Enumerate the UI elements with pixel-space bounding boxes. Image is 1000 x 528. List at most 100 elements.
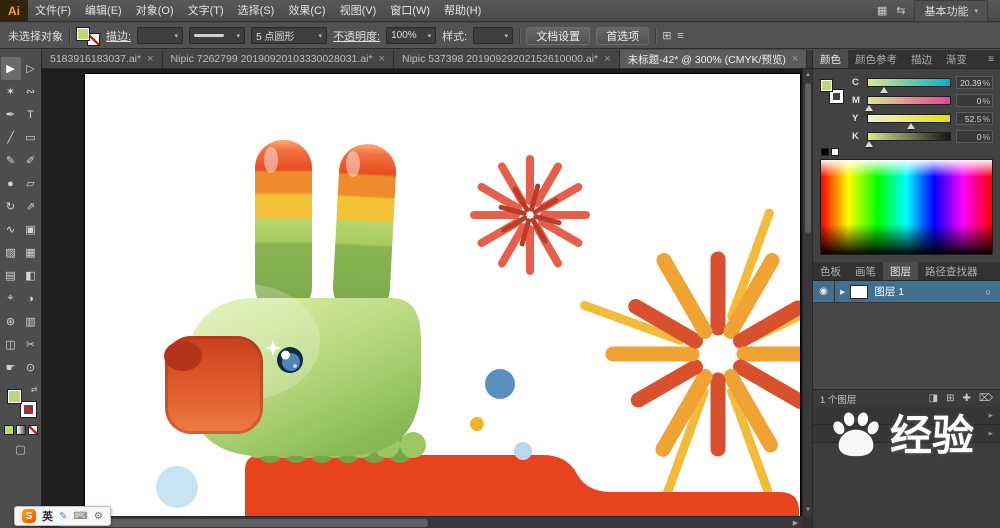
preferences-button[interactable]: 首选项	[596, 26, 650, 45]
dot-light-blue-small[interactable]	[514, 442, 532, 460]
opacity-link[interactable]: 不透明度:	[333, 28, 380, 44]
layer-target-icon[interactable]: ○	[986, 287, 991, 297]
tool-column-graph[interactable]: ▥	[21, 310, 41, 333]
tool-perspective-grid[interactable]: ▦	[21, 241, 41, 264]
tab-color[interactable]: 颜色	[813, 50, 848, 68]
layer-name[interactable]: 图层 1	[874, 284, 904, 299]
menu-type[interactable]: 文字(T)	[181, 0, 231, 22]
document-tab[interactable]: Nipic 7262799 20190920103330028031.ai* ×	[162, 50, 394, 68]
tool-gradient[interactable]: ◧	[21, 264, 41, 287]
visibility-eye-icon[interactable]: ◉	[813, 281, 835, 302]
close-icon[interactable]: ×	[379, 53, 385, 65]
tool-mesh[interactable]: ▤	[1, 264, 21, 287]
stroke-weight-dropdown[interactable]: ▾	[137, 27, 184, 44]
color-spectrum[interactable]	[820, 159, 993, 255]
llama-muzzle[interactable]	[164, 336, 263, 434]
brush-dropdown[interactable]: 5 点圆形 ▾	[251, 27, 328, 44]
none-button[interactable]	[27, 425, 38, 435]
align-options-icon[interactable]: ⊞	[662, 29, 671, 42]
document-tab[interactable]: Nipic 537398 20190929202152610000.ai* ×	[394, 50, 620, 68]
firework-small[interactable]	[470, 155, 590, 275]
tool-blob-brush[interactable]: ●	[1, 172, 21, 195]
document-setup-button[interactable]: 文档设置	[526, 26, 591, 45]
settings-gear-icon[interactable]: ⚙	[94, 511, 103, 522]
stroke-swatch[interactable]	[19, 401, 37, 418]
tool-blend[interactable]: ◑	[21, 287, 41, 310]
fill-swatch[interactable]	[76, 26, 90, 41]
dot-light-blue-large[interactable]	[156, 466, 198, 508]
ime-toolbar[interactable]: S 英 ✎ ⌨ ⚙	[14, 506, 111, 526]
tab-layers[interactable]: 图层	[883, 262, 918, 280]
yellow-slider[interactable]	[867, 114, 951, 129]
white-swatch[interactable]	[831, 148, 839, 156]
new-layer-icon[interactable]: ✚	[962, 393, 970, 404]
ime-language-toggle[interactable]: 英	[42, 508, 53, 524]
tool-line-segment[interactable]: ╱	[1, 126, 21, 149]
black-swatch[interactable]	[821, 148, 829, 156]
menu-edit[interactable]: 编辑(E)	[78, 0, 129, 22]
yellow-value-field[interactable]: 52.5 %	[956, 112, 993, 125]
tool-pen[interactable]: ✒	[1, 103, 21, 126]
artwork-canvas[interactable]	[85, 74, 800, 516]
fill-stroke-proxy[interactable]: ⇄	[6, 385, 38, 418]
slider-thumb[interactable]	[880, 87, 889, 93]
cyan-value-field[interactable]: 20.39 %	[956, 76, 993, 89]
tool-rectangle[interactable]: ▭	[21, 126, 41, 149]
style-dropdown[interactable]: ▾	[473, 27, 514, 44]
gradient-button[interactable]	[15, 425, 26, 435]
document-tab[interactable]: 5183916183037.ai* ×	[42, 50, 163, 68]
tool-hand[interactable]: ☛	[1, 356, 21, 379]
delete-layer-icon[interactable]: ⌦	[979, 393, 993, 404]
close-icon[interactable]: ×	[147, 53, 153, 65]
tool-shape-builder[interactable]: ▨	[1, 241, 21, 264]
tool-artboard[interactable]: ◫	[1, 333, 21, 356]
cyan-slider[interactable]	[867, 78, 951, 93]
tool-type[interactable]: T	[21, 103, 41, 126]
close-icon[interactable]: ×	[604, 53, 610, 65]
menu-view[interactable]: 视图(V)	[333, 0, 384, 22]
slider-thumb[interactable]	[906, 123, 915, 129]
tool-magic-wand[interactable]: ✶	[1, 80, 21, 103]
make-mask-icon[interactable]: ◨	[929, 393, 938, 404]
vertical-scrollbar[interactable]: ▲ ▼	[802, 69, 812, 516]
expand-chevron-icon[interactable]: ▶	[840, 288, 845, 296]
pen-icon[interactable]: ✎	[59, 511, 67, 522]
llama-body[interactable]	[245, 455, 799, 516]
tool-eyedropper[interactable]: ⌖	[1, 287, 21, 310]
menu-window[interactable]: 窗口(W)	[383, 0, 437, 22]
artboard[interactable]	[85, 74, 800, 516]
tool-scale[interactable]: ⇗	[21, 195, 41, 218]
fill-stroke-proxy[interactable]	[76, 26, 100, 46]
opacity-dropdown[interactable]: 100% ▾	[386, 27, 437, 44]
horizontal-scrollbar[interactable]: ◀ ▶	[42, 516, 802, 528]
tab-stroke[interactable]: 描边	[904, 50, 939, 68]
tool-eraser[interactable]: ▱	[21, 172, 41, 195]
workspace-switcher[interactable]: 基本功能 ▾	[914, 0, 988, 22]
horizontal-scroll-thumb[interactable]	[58, 519, 428, 527]
dot-blue[interactable]	[485, 369, 515, 399]
color-button[interactable]	[3, 425, 14, 435]
menu-help[interactable]: 帮助(H)	[437, 0, 488, 22]
tool-selection[interactable]: ▶	[0, 57, 21, 80]
slider-thumb[interactable]	[864, 141, 873, 147]
menu-select[interactable]: 选择(S)	[231, 0, 282, 22]
width-profile-dropdown[interactable]: ▾	[189, 27, 246, 44]
magenta-value-field[interactable]: 0 %	[956, 94, 993, 107]
collapsed-panel-row[interactable]: ▸	[813, 407, 1000, 425]
black-slider[interactable]	[864, 132, 951, 147]
tool-zoom[interactable]: ⊙	[21, 356, 41, 379]
tool-free-transform[interactable]: ▣	[21, 218, 41, 241]
layer-row[interactable]: ◉ ▶ 图层 1 ○	[813, 281, 1000, 303]
collapsed-panel-row[interactable]: ▸	[813, 425, 1000, 443]
black-value-field[interactable]: 0 %	[956, 130, 993, 143]
firework-large[interactable]	[580, 208, 800, 502]
keyboard-icon[interactable]: ⌨	[73, 511, 87, 522]
dot-yellow[interactable]	[470, 417, 484, 431]
panel-menu-icon[interactable]: ≡	[982, 50, 1000, 68]
tool-slice[interactable]: ✂	[21, 333, 41, 356]
tool-direct-selection[interactable]: ▷	[21, 57, 41, 80]
canvas-pasteboard[interactable]: ◀ ▶ ▲ ▼	[42, 69, 812, 528]
menu-object[interactable]: 对象(O)	[129, 0, 181, 22]
tool-symbol-sprayer[interactable]: ⊛	[1, 310, 21, 333]
tab-gradient[interactable]: 渐变	[939, 50, 974, 68]
